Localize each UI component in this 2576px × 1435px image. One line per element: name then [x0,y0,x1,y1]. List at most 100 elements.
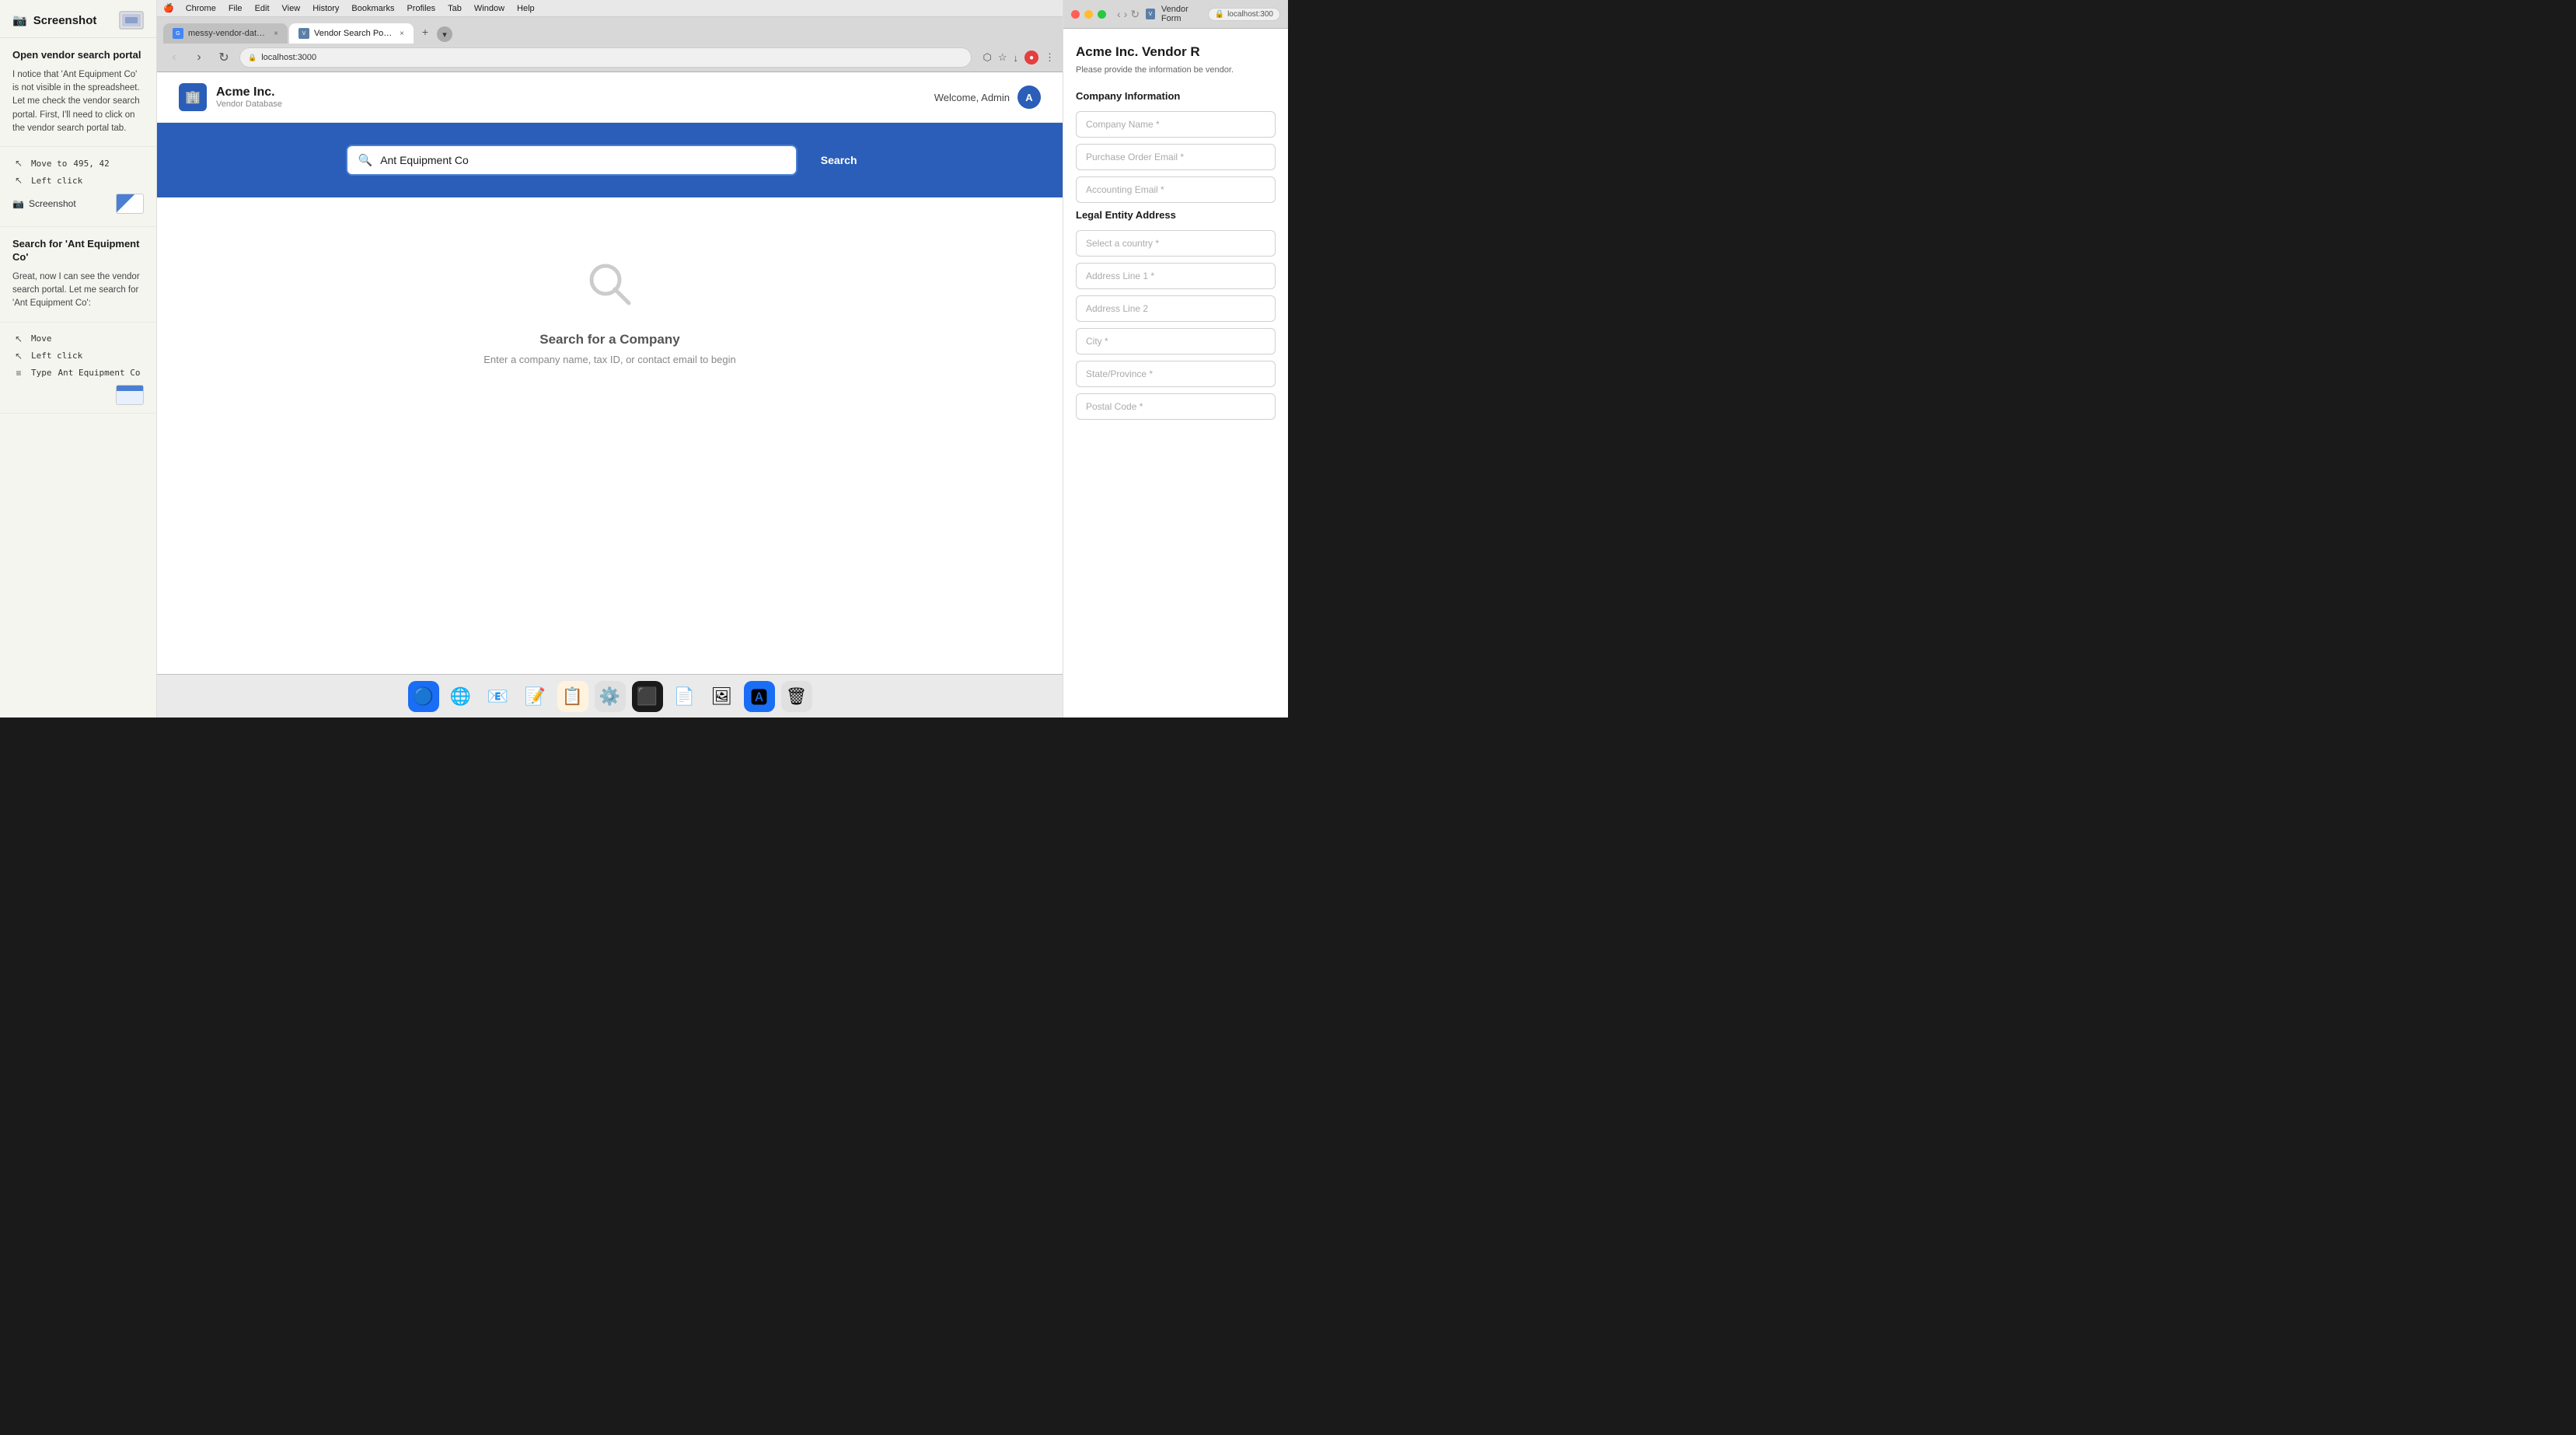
right-panel-chrome: ‹ › ↻ V Vendor Form 🔒 localhost:300 [1063,0,1288,29]
tab-vendor[interactable]: V Vendor Search Portal × [289,23,414,44]
action-block-2: ↖ Move ↖ Left click ≡ Type Ant Equipment… [0,323,156,414]
tab-close-vendor[interactable]: × [400,30,404,38]
rp-field-city[interactable]: City * [1076,328,1276,354]
move-icon-2: ↖ [12,333,25,344]
tab-list-button[interactable]: ▾ [437,26,452,42]
dock-terminal[interactable]: ⬛ [632,681,663,712]
download-icon[interactable]: ↓ [1014,52,1019,64]
search-box-container: 🔍 Search [346,145,874,176]
traffic-light-red[interactable] [1071,10,1080,19]
type-icon: ≡ [12,368,25,379]
click-icon-2: ↖ [12,351,25,361]
tab-close-sheets[interactable]: × [274,30,278,38]
rp-back-btn[interactable]: ‹ [1117,8,1121,20]
rp-field-company-name[interactable]: Company Name * [1076,111,1276,138]
browser-chrome: G messy-vendor-data - Google... × V Vend… [157,17,1063,72]
menu-history[interactable]: History [309,4,343,13]
menu-file[interactable]: File [225,4,246,13]
rp-favicon: V [1146,9,1155,19]
menu-view[interactable]: View [278,4,305,13]
screenshot-text-1: Screenshot [29,198,76,209]
right-panel: ‹ › ↻ V Vendor Form 🔒 localhost:300 Acme… [1063,0,1288,718]
section-search-desc: Great, now I can see the vendor search p… [12,271,144,311]
apple-logo: 🍎 [163,3,174,13]
dock-textedit[interactable]: 📄 [669,681,700,712]
rp-field-accounting-email[interactable]: Accounting Email * [1076,176,1276,203]
user-avatar[interactable]: A [1017,86,1041,109]
back-button[interactable]: ‹ [165,48,183,67]
rp-field-po-email[interactable]: Purchase Order Email * [1076,144,1276,170]
record-indicator: ● [1024,51,1038,65]
right-panel-nav: ‹ › ↻ [1117,8,1140,21]
action-click-2: ↖ Left click [12,347,144,365]
postal-label: Postal Code * [1086,401,1143,412]
menu-profiles[interactable]: Profiles [403,4,439,13]
dock-notes[interactable]: 📝 [520,681,551,712]
country-label: Select a country * [1086,238,1159,249]
company-name-label: Company Name * [1086,119,1160,130]
dock-trash[interactable]: 🗑 [781,681,812,712]
menu-bookmarks[interactable]: Bookmarks [347,4,398,13]
action-label-click-1: Left click [31,176,82,186]
rp-field-address1[interactable]: Address Line 1 * [1076,263,1276,289]
dock-appstore[interactable]: 🅰 [744,681,775,712]
tab-bar: G messy-vendor-data - Google... × V Vend… [157,17,1063,44]
refresh-button[interactable]: ↻ [215,48,233,67]
action-move-1: ↖ Move to 495, 42 [12,155,144,172]
menu-help[interactable]: Help [513,4,539,13]
rp-field-postal[interactable]: Postal Code * [1076,393,1276,420]
search-input-wrapper: 🔍 [346,145,798,176]
url-bar[interactable]: 🔒 localhost:3000 [239,47,972,68]
camera-icon: 📷 [12,13,27,27]
rp-field-state[interactable]: State/Province * [1076,361,1276,387]
rp-forward-btn[interactable]: › [1124,8,1128,20]
dock-chrome[interactable]: 🌐 [445,681,476,712]
left-panel-title-text: Screenshot [33,14,97,27]
app-name-block: Acme Inc. Vendor Database [216,86,282,109]
rp-url-bar[interactable]: 🔒 localhost:300 [1208,8,1280,21]
traffic-light-yellow[interactable] [1084,10,1093,19]
action-label-move-2: Move [31,333,52,344]
dock-preview[interactable]: 🖼 [707,681,738,712]
traffic-light-green[interactable] [1098,10,1106,19]
state-label: State/Province * [1086,368,1153,379]
screenshot-thumbnail [119,11,144,30]
search-input[interactable] [380,146,785,174]
more-menu-icon[interactable]: ⋮ [1045,51,1055,64]
search-button[interactable]: Search [804,145,874,176]
action-value-type: Ant Equipment Co [58,368,141,378]
app-logo-area: 🏢 Acme Inc. Vendor Database [179,83,282,111]
tab-sheets[interactable]: G messy-vendor-data - Google... × [163,23,288,44]
dock-finder[interactable]: 🔵 [408,681,439,712]
web-content: 🏢 Acme Inc. Vendor Database Welcome, Adm… [157,72,1063,674]
welcome-text: Welcome, Admin [934,92,1010,103]
bookmark-icon[interactable]: ☆ [998,51,1007,64]
dock: 🔵 🌐 📧 📝 📋 ⚙️ ⬛ 📄 🖼 🅰 🗑 [157,674,1063,718]
dock-reminders[interactable]: 📋 [557,681,588,712]
dock-settings[interactable]: ⚙️ [595,681,626,712]
cast-icon[interactable]: ⬡ [983,51,991,64]
rp-refresh-btn[interactable]: ↻ [1130,8,1140,21]
click-icon-1: ↖ [12,175,25,186]
menu-window[interactable]: Window [470,4,508,13]
dock-mail[interactable]: 📧 [483,681,514,712]
action-label-type: Type [31,368,52,378]
menu-edit[interactable]: Edit [251,4,274,13]
left-panel-header: 📷 Screenshot [0,0,156,38]
rp-field-country[interactable]: Select a country * [1076,230,1276,257]
app-name: Acme Inc. [216,86,282,100]
camera-icon-2: 📷 [12,198,24,209]
menu-tab[interactable]: Tab [444,4,466,13]
screenshot-row-1: 📷 Screenshot [12,189,144,218]
rp-lock-icon: 🔒 [1215,10,1224,19]
section-open-vendor: Open vendor search portal I notice that … [0,38,156,147]
screenshot-thumb-2 [116,385,144,405]
move-icon-1: ↖ [12,158,25,169]
new-tab-button[interactable]: + [415,22,435,42]
accounting-email-label: Accounting Email * [1086,184,1164,195]
rp-field-address2[interactable]: Address Line 2 [1076,295,1276,322]
action-block-1: ↖ Move to 495, 42 ↖ Left click 📷 Screens… [0,147,156,227]
rp-section-address-title: Legal Entity Address [1076,209,1276,221]
forward-button[interactable]: › [190,48,208,67]
menu-chrome[interactable]: Chrome [182,4,220,13]
